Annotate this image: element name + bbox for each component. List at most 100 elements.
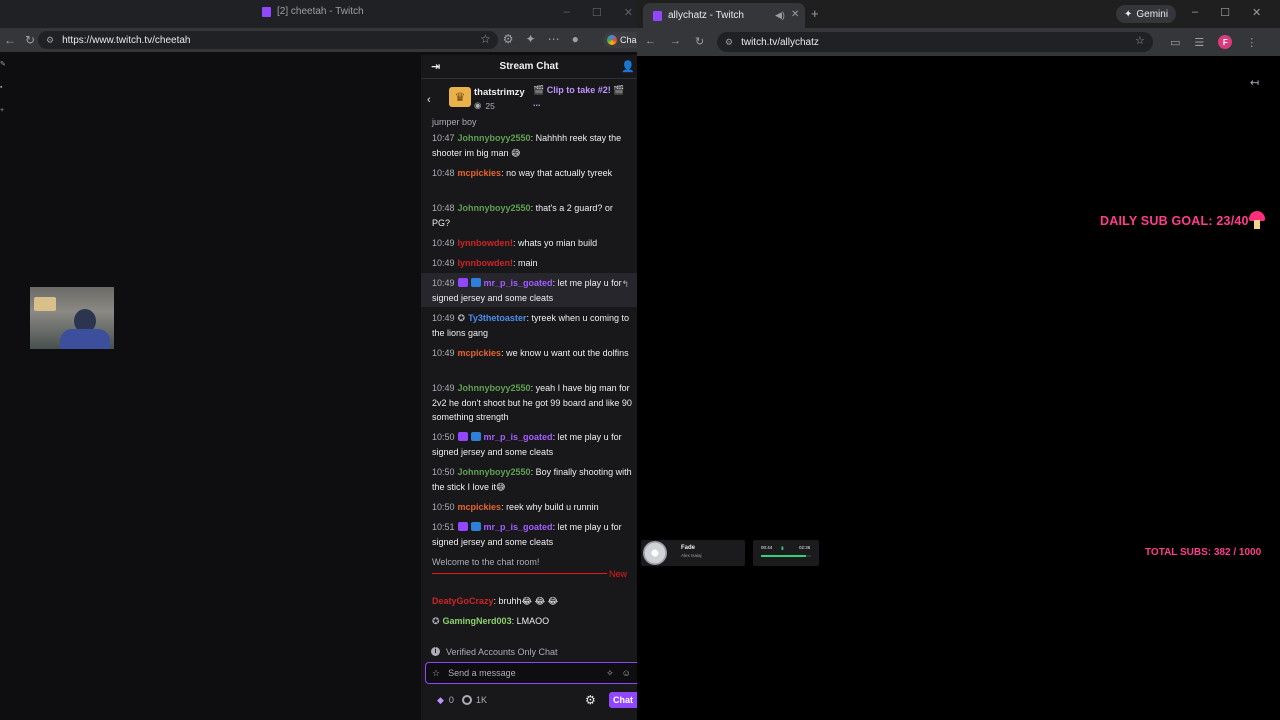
collapse-chat-icon[interactable]: ⇥ [431,60,440,73]
chat-message[interactable]: 10:50 Johnnyboyy2550: Boy finally shootin… [432,465,632,494]
chat-message[interactable]: 10:48 Johnnyboyy2550: that's a 2 guard? o… [432,201,632,230]
username[interactable]: Ty3thetoaster [468,313,526,323]
chat-message-list[interactable]: jumper boy ↰ 10:47 Johnnyboyy2550: Nahhhh… [421,117,637,641]
channel-points-icon[interactable]: ◆ [437,695,444,706]
star-badge-icon[interactable] [457,432,468,441]
extensions-icon[interactable]: ☰ [1194,36,1204,49]
star-badge-icon[interactable] [457,278,468,287]
profile-icon[interactable]: ● [572,32,579,46]
username[interactable]: mcpickies [458,168,502,178]
maximize-icon[interactable]: ☐ [1220,6,1230,19]
chat-message[interactable]: 10:49 Johnnyboyy2550: yeah I have big man… [432,381,632,425]
right-url-text[interactable]: twitch.tv/allychatz [741,37,819,48]
site-info-icon[interactable]: ⚙ [46,35,54,46]
right-omnibox[interactable]: ⚙ twitch.tv/allychatz [717,32,1153,52]
timestamp: 10:49 [432,238,455,248]
verified-badge-icon[interactable]: ✪ [458,313,466,323]
gemini-button[interactable]: ✦ Gemini [1116,5,1177,23]
bookmark-icon[interactable]: ✦ [526,32,536,46]
more-icon[interactable]: ⋯ [548,32,560,46]
bits-icon[interactable]: ✧ [606,668,614,679]
username[interactable]: Johnnyboyy2550 [458,133,531,143]
emoji-icon[interactable]: ☺ [622,668,631,678]
left-profile-chip[interactable]: Cha [603,32,637,48]
chat-message[interactable]: 10:47 Johnnyboyy2550: Nahhhh reek stay th… [432,131,632,160]
reload-icon[interactable]: ↻ [20,33,40,47]
gear-icon[interactable]: ⚙ [585,693,596,707]
left-tab[interactable]: [2] cheetah - Twitch [262,6,364,17]
left-url-text[interactable]: https://www.twitch.tv/cheetah [62,35,190,46]
reload-icon[interactable]: ↻ [695,35,704,48]
site-info-icon[interactable]: ⚙ [725,37,733,48]
info-icon: i [431,647,440,656]
back-icon[interactable]: ← [0,33,20,47]
chat-message[interactable]: 10:49 lynnbowden!: whats yo mian build [432,236,632,251]
profile-avatar[interactable]: F [1218,35,1233,49]
chevron-left-icon[interactable]: ‹ [427,94,431,106]
sidebar-dot-icon[interactable]: ▪ [0,84,8,91]
right-tab[interactable]: allychatz - Twitch ◀) ✕ [643,3,805,28]
chat-message[interactable]: 10:48 mcpickies: no way that actually tyr… [432,166,632,181]
cam-person-body [60,329,110,349]
chat-send-button[interactable]: Chat [609,692,637,708]
expand-chat-icon[interactable]: ↤ [1250,76,1259,89]
chat-message[interactable]: 10:49 mcpickies: we know u want out the d… [432,346,632,361]
star-badge-icon[interactable] [457,522,468,531]
chat-message[interactable]: 10:49 mr_p_is_goated: let me play u for s… [432,276,632,305]
close-tab-icon[interactable]: ✕ [791,9,799,20]
username[interactable]: lynnbowden! [458,238,514,248]
minimize-icon[interactable]: – [1192,6,1198,19]
cast-icon[interactable]: ▭ [1170,36,1180,49]
message-text: : bruhh😂 😂 😂 [493,596,559,606]
username[interactable]: Johnnyboyy2550 [458,467,531,477]
community-icon[interactable]: 👤 [621,60,635,73]
pinned-message[interactable]: ‹ ♛ thatstrimzy ◉ 25 🎬 Clip to take #2! … [421,80,637,118]
gemini-sparkle-icon: ✦ [1124,8,1133,20]
emote-star-icon[interactable]: ☆ [432,668,440,679]
username[interactable]: GamingNerd003 [443,616,512,626]
chat-input[interactable] [448,668,599,678]
username[interactable]: mr_p_is_goated [484,522,553,532]
back-icon[interactable]: ← [645,35,656,48]
new-tab-icon[interactable]: + [811,6,819,21]
username[interactable]: mcpickies [458,348,502,358]
chat-message[interactable]: 10:49 ✪ Ty3thetoaster: tyreek when u comin… [432,311,632,340]
username[interactable]: lynnbowden! [458,258,514,268]
maximize-icon[interactable]: ☐ [592,6,602,19]
prime-badge-icon[interactable] [470,522,481,531]
prime-badge-icon[interactable] [470,432,481,441]
verified-badge-icon[interactable]: ✪ [432,616,440,626]
speaker-icon[interactable]: ◀) [775,10,785,21]
chat-message[interactable]: 10:49 lynnbowden!: main [432,256,632,271]
waveform-icon: ılıılı [781,546,784,552]
left-omnibox[interactable]: ⚙ https://www.twitch.tv/cheetah [38,31,498,49]
track-artist: Alex Isaiaj [681,553,702,558]
username[interactable]: mr_p_is_goated [484,278,553,288]
chat-message[interactable]: 10:50 mr_p_is_goated: let me play u for s… [432,430,632,459]
prime-badge-icon[interactable] [470,278,481,287]
close-window-icon[interactable]: ✕ [1252,6,1261,19]
chat-input-box[interactable]: ☆ ✧ ☺ [425,662,637,684]
star-icon[interactable]: ☆ [1135,34,1145,47]
username[interactable]: DeatyGoCrazy [432,596,494,606]
sidebar-arrow-icon[interactable]: ✎ [0,60,8,68]
chat-message[interactable]: ✪ GamingNerd003: LMAOO [432,614,632,629]
username[interactable]: mr_p_is_goated [484,432,553,442]
username[interactable]: Johnnyboyy2550 [458,383,531,393]
minimize-icon[interactable]: – [564,6,570,19]
right-window-controls: – ☐ ✕ [1192,6,1261,19]
forward-icon[interactable]: → [670,35,681,48]
ring-icon[interactable] [461,695,472,705]
more-vert-icon[interactable]: ⋮ [1246,36,1257,49]
sidebar-plus-icon[interactable]: + [0,107,8,114]
username[interactable]: mcpickies [458,502,502,512]
close-window-icon[interactable]: ✕ [624,6,633,19]
chat-footer: ◆ 0 1K ⚙ Chat [421,691,637,709]
username[interactable]: Johnnyboyy2550 [458,203,531,213]
chat-message[interactable]: 10:50 mcpickies: reek why build u runnin [432,500,632,515]
chat-message[interactable]: DeatyGoCrazy: bruhh😂 😂 😂 [432,594,632,609]
star-icon[interactable]: ☆ [480,32,491,46]
points-value: 0 [448,695,454,705]
extension-icon[interactable]: ⚙ [503,32,514,46]
chat-message[interactable]: 10:51 mr_p_is_goated: let me play u for s… [432,520,632,549]
